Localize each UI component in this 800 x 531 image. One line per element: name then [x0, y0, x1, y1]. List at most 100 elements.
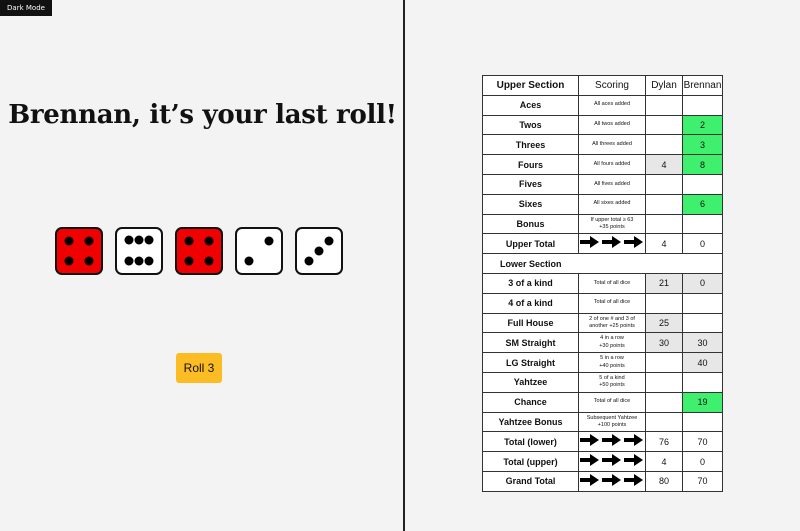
upper-section-header: Upper Section: [482, 75, 579, 96]
scorecard-row: 4 of a kind Total of all dice: [482, 292, 723, 314]
scorecard-row: Total (upper) 4 0: [482, 451, 723, 472]
die-pip: [84, 236, 94, 246]
arrow-right-icon: [580, 453, 600, 466]
category-label: SM Straight: [482, 332, 579, 354]
scoring-rule: If upper total ≥ 63 +35 points: [578, 213, 646, 235]
category-label: Twos: [482, 114, 579, 136]
arrow-right-icon: [580, 434, 600, 447]
player1-score-cell: 80: [645, 470, 683, 492]
player2-score-cell[interactable]: [682, 173, 723, 195]
arrow-right-icon: [602, 473, 622, 486]
category-label: 4 of a kind: [482, 292, 579, 314]
category-label: Fours: [482, 154, 579, 175]
category-label: Chance: [482, 391, 579, 413]
category-label: Total (lower): [482, 431, 579, 453]
scoring-rule: 5 in a row +40 points: [578, 352, 646, 373]
player1-score-cell[interactable]: [645, 411, 683, 433]
player2-header: Brennan: [682, 75, 723, 96]
scorecard-row: SM Straight 4 in a row +30 points 30 30: [482, 332, 723, 354]
player1-score-cell[interactable]: [645, 193, 683, 215]
arrows-cell: [578, 451, 646, 472]
scoring-rule: Total of all dice: [578, 391, 646, 413]
scorecard-row: Fives All fives added: [482, 173, 723, 195]
category-label: Full House: [482, 312, 579, 334]
player2-score-cell[interactable]: 8: [682, 154, 723, 175]
player1-score-cell[interactable]: 25: [645, 312, 683, 334]
die-5[interactable]: [295, 227, 343, 275]
die-3[interactable]: [175, 227, 223, 275]
category-label: Sixes: [482, 193, 579, 215]
player1-score-cell[interactable]: 21: [645, 272, 683, 294]
scoring-rule: Total of all dice: [578, 272, 646, 294]
player2-score-cell[interactable]: 19: [682, 391, 723, 413]
player1-score-cell[interactable]: [645, 134, 683, 156]
arrow-right-icon: [602, 434, 622, 447]
die-pip: [64, 236, 74, 246]
scoring-rule: All sixes added: [578, 193, 646, 215]
player2-score-cell[interactable]: [682, 213, 723, 235]
arrow-right-icon: [624, 473, 644, 486]
player1-score-cell[interactable]: 30: [645, 332, 683, 354]
player1-score-cell: 4: [645, 451, 683, 472]
die-pip: [264, 236, 274, 246]
die-2[interactable]: [115, 227, 163, 275]
die-pip: [84, 256, 94, 266]
die-1[interactable]: [55, 227, 103, 275]
player1-score-cell[interactable]: [645, 213, 683, 235]
die-pip: [184, 236, 194, 246]
player2-score-cell[interactable]: 3: [682, 134, 723, 156]
die-4[interactable]: [235, 227, 283, 275]
player2-score-cell[interactable]: 2: [682, 114, 723, 136]
arrow-right-icon: [624, 236, 644, 249]
arrows-cell: [578, 470, 646, 492]
scoring-rule: 5 of a kind +50 points: [578, 371, 646, 393]
game-panel: Brennan, it’s your last roll! Roll 3: [0, 0, 405, 531]
player2-score-cell[interactable]: 0: [682, 272, 723, 294]
die-pip: [144, 256, 154, 266]
scorecard-row: Full House 2 of one # and 3 of another +2…: [482, 312, 723, 334]
arrow-right-icon: [580, 236, 600, 249]
player2-score-cell[interactable]: [682, 411, 723, 433]
player1-score-cell[interactable]: [645, 391, 683, 413]
player2-score-cell[interactable]: 6: [682, 193, 723, 215]
turn-headline: Brennan, it’s your last roll!: [8, 100, 397, 130]
player2-score-cell: 70: [682, 470, 723, 492]
player2-score-cell: 70: [682, 431, 723, 453]
category-label: Aces: [482, 94, 579, 116]
die-pip: [244, 256, 254, 266]
arrows-cell: [578, 233, 646, 255]
die-pip: [304, 256, 314, 266]
player1-score-cell[interactable]: [645, 352, 683, 373]
scorecard-row: Twos All twos added 2: [482, 114, 723, 136]
player2-score-cell[interactable]: 40: [682, 352, 723, 373]
scorecard-row: Bonus If upper total ≥ 63 +35 points: [482, 213, 723, 235]
scoring-rule: All twos added: [578, 114, 646, 136]
scorecard-row: Yahtzee 5 of a kind +50 points: [482, 371, 723, 393]
player2-score-cell[interactable]: [682, 312, 723, 334]
scoring-rule: All threes added: [578, 134, 646, 156]
die-pip: [124, 256, 134, 266]
category-label: Yahtzee Bonus: [482, 411, 579, 433]
category-label: 3 of a kind: [482, 272, 579, 294]
player1-score-cell[interactable]: [645, 94, 683, 116]
player1-score-cell: 4: [645, 233, 683, 255]
player2-score-cell[interactable]: 30: [682, 332, 723, 354]
arrows-cell: [578, 431, 646, 453]
player1-score-cell[interactable]: [645, 173, 683, 195]
arrow-right-icon: [624, 453, 644, 466]
scoring-rule: All aces added: [578, 94, 646, 116]
player1-score-cell[interactable]: [645, 292, 683, 314]
player2-score-cell[interactable]: [682, 292, 723, 314]
player2-score-cell[interactable]: [682, 371, 723, 393]
die-pip: [204, 256, 214, 266]
scoring-rule: All fours added: [578, 154, 646, 175]
player1-score-cell[interactable]: [645, 114, 683, 136]
player1-score-cell[interactable]: [645, 371, 683, 393]
category-label: Bonus: [482, 213, 579, 235]
player1-score-cell[interactable]: 4: [645, 154, 683, 175]
scorecard-row: Sixes All sixes added 6: [482, 193, 723, 215]
scorecard-row: Total (lower) 76 70: [482, 431, 723, 453]
category-label: Total (upper): [482, 451, 579, 472]
roll-button[interactable]: Roll 3: [176, 353, 222, 383]
player2-score-cell[interactable]: [682, 94, 723, 116]
